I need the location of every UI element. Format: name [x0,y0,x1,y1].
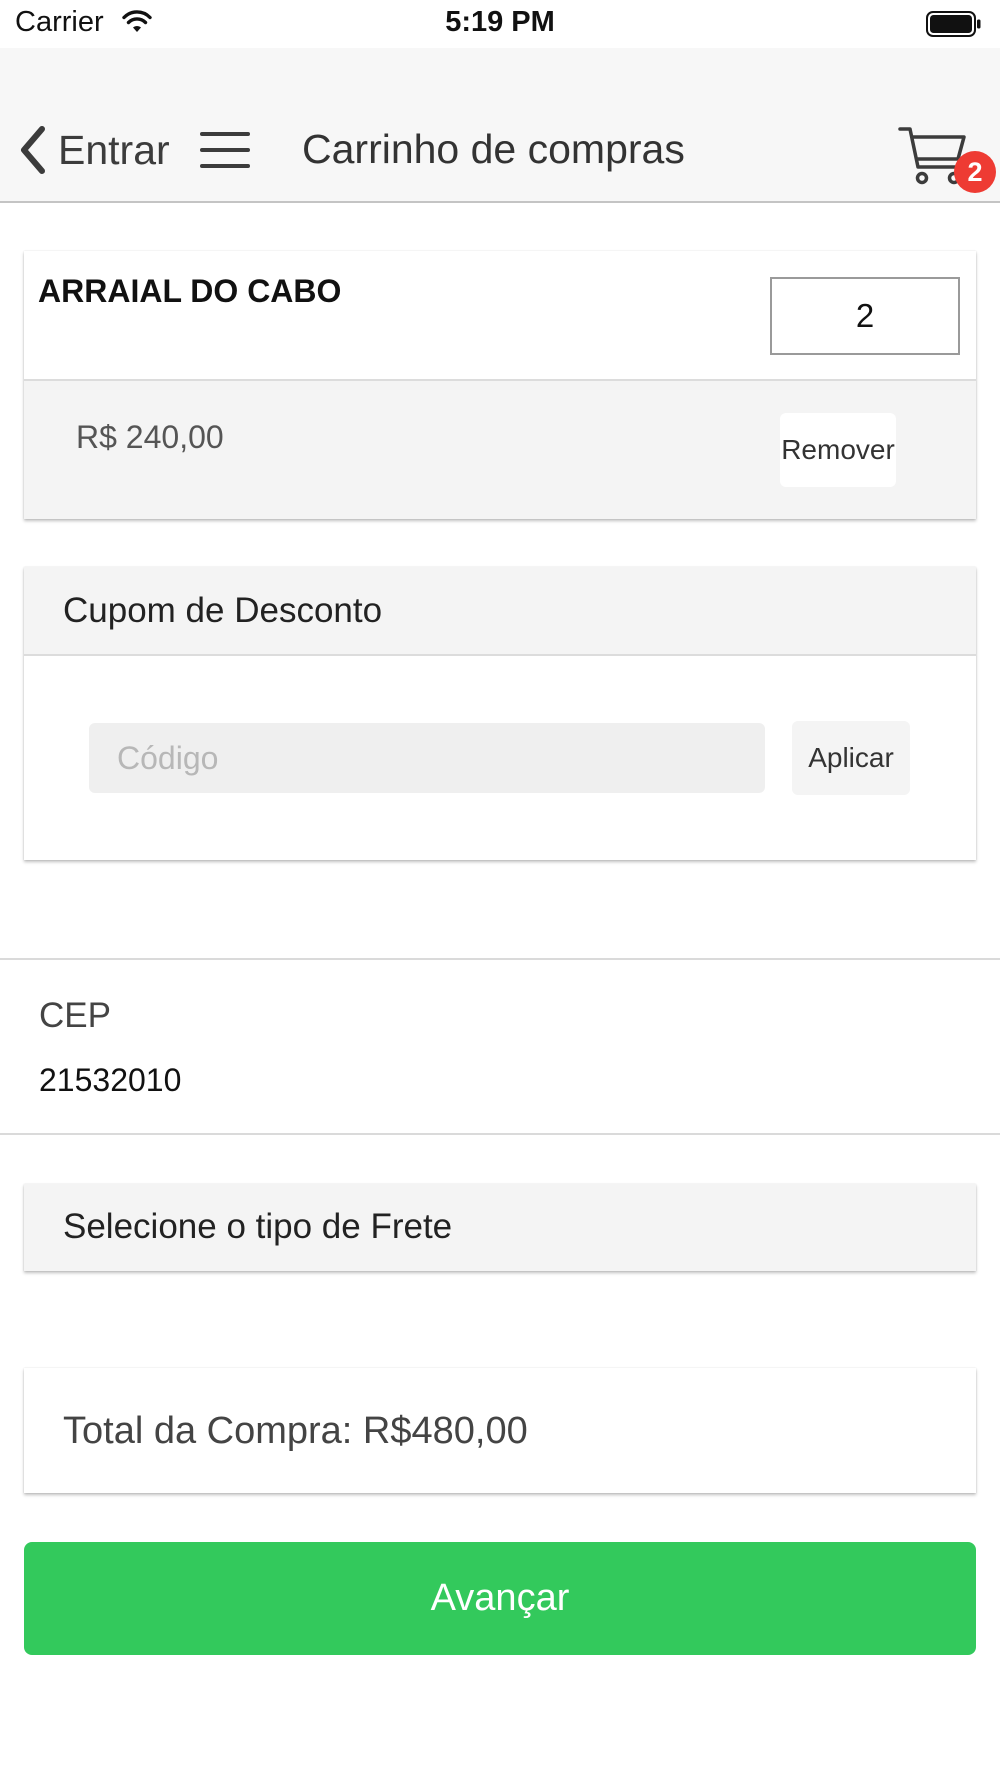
back-label: Entrar [58,126,170,173]
quantity-input[interactable]: 2 [770,277,960,355]
cep-section: CEP 21532010 [0,958,1000,1135]
shipping-type-selector[interactable]: Selecione o tipo de Frete [24,1184,976,1271]
cart-item-card: ARRAIAL DO CABO 2 R$ 240,00 Remover [24,251,976,519]
product-name: ARRAIAL DO CABO [38,273,342,309]
battery-icon [926,11,981,37]
status-bar: Carrier 5:19 PM [0,0,1000,48]
coupon-header: Cupom de Desconto [24,567,976,656]
chevron-left-icon [21,126,45,174]
cart-item-footer: R$ 240,00 Remover [24,379,976,519]
purchase-total: Total da Compra: R$480,00 [63,1410,528,1452]
cep-value[interactable]: 21532010 [39,1062,181,1099]
back-button[interactable]: Entrar [18,120,170,180]
advance-button[interactable]: Avançar [24,1542,976,1655]
cep-label: CEP [39,996,111,1035]
remove-button[interactable]: Remover [780,413,896,487]
coupon-card: Cupom de Desconto Aplicar [24,567,976,860]
navigation-bar: Entrar Carrinho de compras 2 [0,48,1000,203]
apply-coupon-button[interactable]: Aplicar [792,721,910,795]
coupon-title: Cupom de Desconto [63,591,383,630]
product-price: R$ 240,00 [76,419,224,455]
coupon-code-input[interactable] [89,723,765,793]
shipping-title: Selecione o tipo de Frete [63,1207,453,1246]
clock: 5:19 PM [445,6,555,38]
cart-count-badge: 2 [954,151,996,193]
page-title: Carrinho de compras [302,126,685,172]
total-card: Total da Compra: R$480,00 [24,1368,976,1493]
hamburger-menu-icon[interactable] [200,131,250,169]
